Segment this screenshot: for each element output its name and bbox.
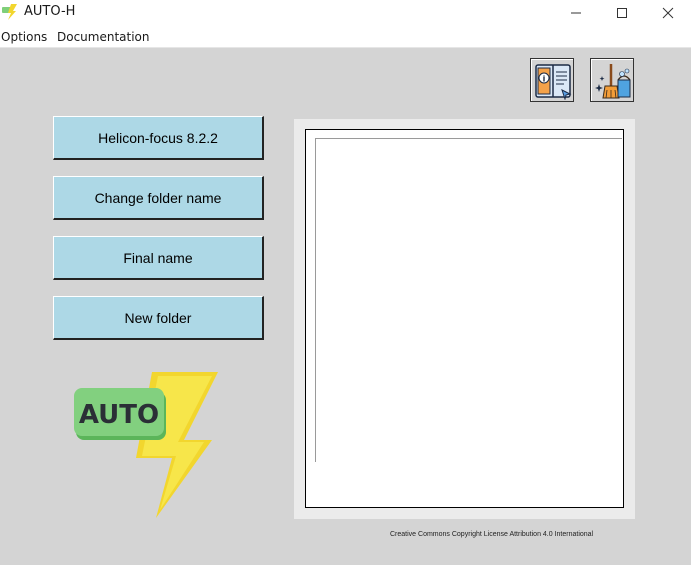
minimize-icon (571, 12, 581, 14)
title-bar: AUTO-H (0, 0, 691, 26)
svg-text:i: i (543, 75, 546, 84)
new-folder-button[interactable]: New folder (53, 296, 264, 340)
maximize-icon (617, 8, 627, 18)
info-book-icon: i (535, 64, 572, 100)
log-text-area[interactable] (305, 129, 624, 508)
menu-documentation[interactable]: Documentation (57, 30, 150, 44)
final-name-button[interactable]: Final name (53, 236, 264, 280)
license-footer: Creative Commons Copyright License Attri… (390, 531, 594, 538)
window-title: AUTO-H (24, 4, 76, 19)
maximize-button[interactable] (599, 0, 645, 26)
close-button[interactable] (645, 0, 691, 26)
app-lightning-icon (2, 4, 17, 20)
log-frame (294, 119, 635, 519)
minimize-button[interactable] (553, 0, 599, 26)
menu-bar: Options Documentation (0, 26, 691, 48)
close-icon (662, 7, 674, 19)
broom-bucket-icon (595, 64, 631, 99)
change-folder-name-button[interactable]: Change folder name (53, 176, 264, 220)
menu-options[interactable]: Options (1, 30, 47, 44)
log-content (315, 138, 622, 462)
clean-button[interactable] (590, 58, 634, 102)
auto-logo: AUTO (74, 372, 218, 518)
logo-text: AUTO (79, 400, 159, 430)
helicon-focus-button[interactable]: Helicon-focus 8.2.2 (53, 116, 264, 160)
documentation-button[interactable]: i (530, 58, 574, 102)
